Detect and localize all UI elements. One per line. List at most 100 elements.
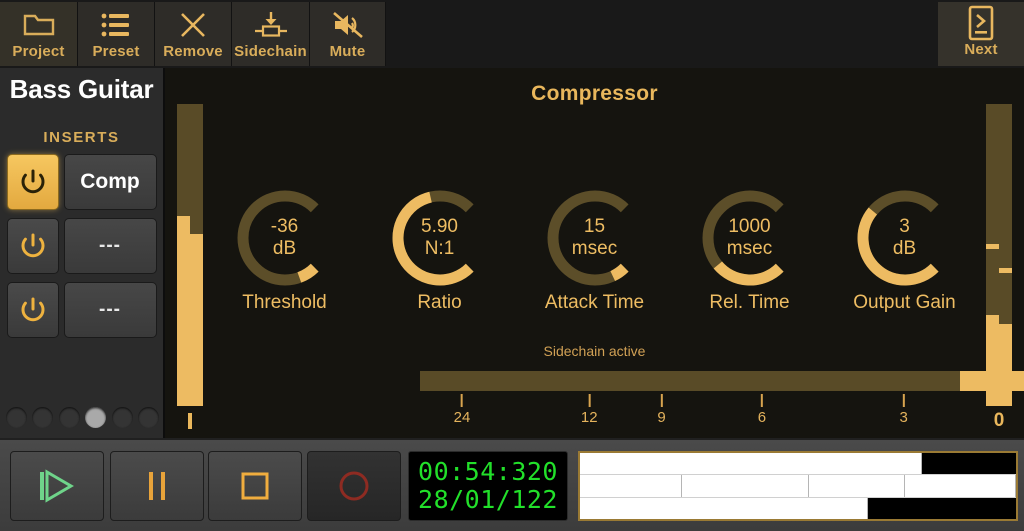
insert-power-button-1[interactable]	[6, 154, 59, 210]
knob-unit: dB	[892, 238, 917, 259]
stop-icon	[241, 472, 269, 500]
toolbar-button-project[interactable]: Project	[0, 2, 78, 66]
close-x-icon	[178, 8, 208, 42]
transport-stop-button[interactable]	[208, 451, 302, 521]
knob-value: 15	[583, 215, 606, 237]
toolbar-button-preset[interactable]: Preset	[78, 2, 155, 66]
plugin-panel: Compressor 0 -36 dB Threshold 5.90 N:1 Ratio 1…	[165, 68, 1024, 438]
input-meter-channel-2	[190, 104, 203, 406]
toolbar-label-next: Next	[964, 41, 998, 58]
knob-readout: 3 dB	[853, 186, 957, 290]
timeline-cell	[580, 453, 923, 475]
knob-ratio[interactable]: 5.90 N:1 Ratio	[370, 186, 510, 314]
toolbar-label-mute: Mute	[329, 43, 366, 60]
transport-record-button[interactable]	[307, 451, 401, 521]
insert-name-2[interactable]: ---	[63, 218, 157, 274]
toolbar-label-project: Project	[12, 43, 65, 60]
gain-reduction-scale: 24129630	[420, 394, 1024, 438]
knob-dial[interactable]: 15 msec	[543, 186, 647, 290]
knob-value: 3	[899, 215, 910, 237]
lcd-time: 00:54:320	[418, 457, 558, 486]
knob-unit: dB	[272, 238, 297, 259]
page-dot-1[interactable]	[5, 406, 27, 428]
mute-icon	[332, 8, 364, 42]
track-sidebar: Bass Guitar INSERTS Comp --- ---	[0, 68, 165, 438]
list-icon	[101, 8, 131, 42]
gr-tick-12: 12	[581, 394, 598, 426]
knob-dial[interactable]: 1000 msec	[698, 186, 802, 290]
knob-readout: 5.90 N:1	[388, 186, 492, 290]
daw-plugin-screen: Project Preset Remove Sidechain Mute Nex…	[0, 0, 1024, 531]
plugin-title: Compressor	[531, 82, 658, 105]
timeline-widget[interactable]	[578, 451, 1018, 521]
page-dot-2[interactable]	[32, 406, 54, 428]
timeline-cell	[682, 475, 809, 497]
page-dot-5[interactable]	[111, 406, 133, 428]
knob-readout: 1000 msec	[698, 186, 802, 290]
gain-reduction-meter[interactable]	[420, 371, 1024, 391]
page-dot-6[interactable]	[138, 406, 160, 428]
knob-row: -36 dB Threshold 5.90 N:1 Ratio 15 msec Attack T…	[207, 186, 982, 321]
top-toolbar: Project Preset Remove Sidechain Mute Nex…	[0, 0, 1024, 68]
insert-power-button-3[interactable]	[6, 282, 59, 338]
knob-label: Rel. Time	[709, 292, 790, 313]
insert-slot-1: Comp	[6, 154, 157, 210]
page-dot-3[interactable]	[58, 406, 80, 428]
lcd-date: 28/01/122	[418, 485, 558, 514]
sidechain-status: Sidechain active	[543, 343, 646, 359]
meter-fill	[986, 315, 999, 406]
knob-output-gain[interactable]: 3 dB Output Gain	[835, 186, 975, 314]
timeline-cell	[580, 497, 868, 519]
knob-rel-time[interactable]: 1000 msec Rel. Time	[680, 186, 820, 314]
transport-pause-button[interactable]	[110, 451, 204, 521]
transport-bar: 00:54:320 28/01/122	[0, 438, 1024, 531]
knob-threshold[interactable]: -36 dB Threshold	[215, 186, 355, 314]
toolbar-button-remove[interactable]: Remove	[155, 2, 232, 66]
meter-peak	[177, 243, 190, 249]
knob-dial[interactable]: 3 dB	[853, 186, 957, 290]
sidechain-icon	[254, 8, 288, 42]
toolbar-button-sidechain[interactable]: Sidechain	[232, 2, 310, 66]
page-indicator-dots[interactable]	[0, 402, 165, 432]
play-icon	[40, 469, 74, 503]
knob-attack-time[interactable]: 15 msec Attack Time	[525, 186, 665, 314]
toolbar-button-mute[interactable]: Mute	[310, 2, 386, 66]
knob-label: Ratio	[417, 292, 462, 313]
timeline-cell	[904, 475, 1016, 497]
inserts-heading: INSERTS	[43, 129, 120, 146]
toolbar-label-sidechain: Sidechain	[234, 43, 307, 60]
knob-readout: 15 msec	[543, 186, 647, 290]
output-meter-channel-2	[999, 104, 1012, 406]
meter-peak	[999, 268, 1012, 274]
meter-peak	[190, 268, 203, 274]
timeline-cell	[922, 453, 1016, 475]
meter-peak	[986, 243, 999, 249]
knob-dial[interactable]: -36 dB	[233, 186, 337, 290]
power-icon	[21, 297, 44, 322]
gr-tick-mark	[902, 394, 905, 407]
transport-lcd-display: 00:54:320 28/01/122	[408, 451, 568, 521]
toolbar-label-preset: Preset	[92, 43, 140, 60]
input-level-meter	[169, 68, 211, 438]
gain-reduction-fill	[960, 371, 1024, 391]
insert-power-button-2[interactable]	[6, 218, 59, 274]
knob-value: 1000	[728, 215, 771, 237]
knob-value: -36	[270, 215, 299, 237]
meter-fill	[190, 233, 203, 406]
toolbar-button-next[interactable]: Next	[938, 2, 1024, 66]
gr-tick-label: 6	[757, 409, 767, 426]
insert-name-3[interactable]: ---	[63, 282, 157, 338]
page-dot-4[interactable]	[85, 406, 107, 428]
transport-play-button[interactable]	[10, 451, 104, 521]
insert-name-1[interactable]: Comp	[63, 154, 157, 210]
gr-tick-mark	[660, 394, 663, 407]
input-meter-tick	[169, 413, 211, 429]
next-page-icon	[966, 5, 996, 41]
knob-dial[interactable]: 5.90 N:1	[388, 186, 492, 290]
timeline-cell	[580, 475, 683, 497]
record-icon	[339, 471, 369, 501]
track-name: Bass Guitar	[9, 74, 154, 104]
knob-value: 5.90	[421, 215, 458, 237]
timeline-cell	[867, 497, 1016, 519]
timeline-cell	[808, 475, 905, 497]
